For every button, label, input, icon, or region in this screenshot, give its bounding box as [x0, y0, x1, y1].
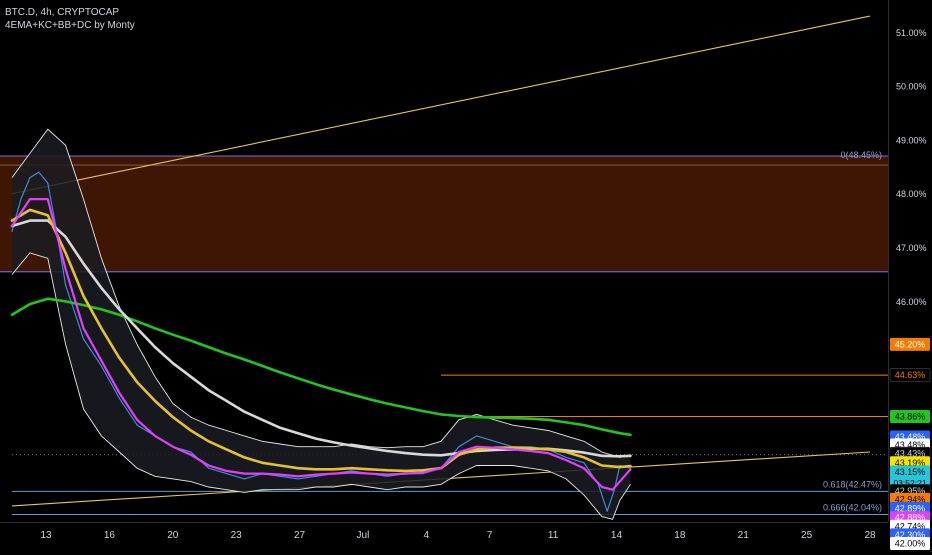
price-badge-1: 45.20% [895, 339, 926, 349]
indicator-title[interactable]: 4EMA+KC+BB+DC by Monty [5, 19, 135, 32]
x-tick-label-3: 20 [167, 530, 179, 541]
time-axis-divider [0, 522, 888, 523]
price-badge-8: 43.15% [895, 467, 926, 477]
chart-root[interactable]: 0(48.45%) 0.618(42.47%) 0.666(42.04%) 51.… [0, 0, 932, 551]
y-tick-label-1: 51.00% [896, 28, 927, 38]
resistance-zone [0, 156, 888, 272]
price-chart[interactable]: 0(48.45%) 0.618(42.47%) 0.666(42.04%) 51.… [0, 0, 932, 551]
x-tick-label-10: 14 [611, 530, 623, 541]
y-tick-label-5: 47.00% [896, 243, 927, 253]
x-tick-label-9: 11 [548, 530, 559, 541]
y-tick-label-6: 46.00% [896, 297, 927, 307]
symbol-title[interactable]: BTC.D, 4h, CRYPTOCAP [5, 6, 135, 19]
zone-label: 0(48.45%) [840, 150, 882, 160]
chart-header: BTC.D, 4h, CRYPTOCAP 4EMA+KC+BB+DC by Mo… [5, 6, 135, 32]
price-badge-2: 44.63% [895, 370, 926, 380]
x-tick-label-8: 7 [487, 530, 493, 541]
x-tick-label-7: 4 [424, 530, 430, 541]
x-tick-label-2: 16 [104, 530, 116, 541]
fib-label-3: 0.618(42.47%) [823, 479, 882, 489]
price-badge-3: 43.86% [895, 412, 926, 422]
x-tick-label-4: 23 [231, 530, 243, 541]
x-tick-label-11: 18 [674, 530, 686, 541]
y-tick-label-3: 49.00% [896, 135, 927, 145]
x-tick-label-5: 27 [294, 530, 306, 541]
y-tick-label-4: 48.00% [896, 189, 927, 199]
x-tick-label-1: 13 [40, 530, 52, 541]
y-tick-label-2: 50.00% [896, 82, 927, 92]
x-tick-label-13: 25 [801, 530, 813, 541]
x-tick-label-14: 28 [864, 530, 876, 541]
price-badge-15: 42.00% [895, 539, 926, 549]
x-tick-label-12: 21 [738, 530, 750, 541]
fib-label-4: 0.666(42.04%) [823, 502, 882, 512]
x-tick-label-6: Jul [357, 530, 370, 541]
price-axis-divider [888, 0, 889, 522]
